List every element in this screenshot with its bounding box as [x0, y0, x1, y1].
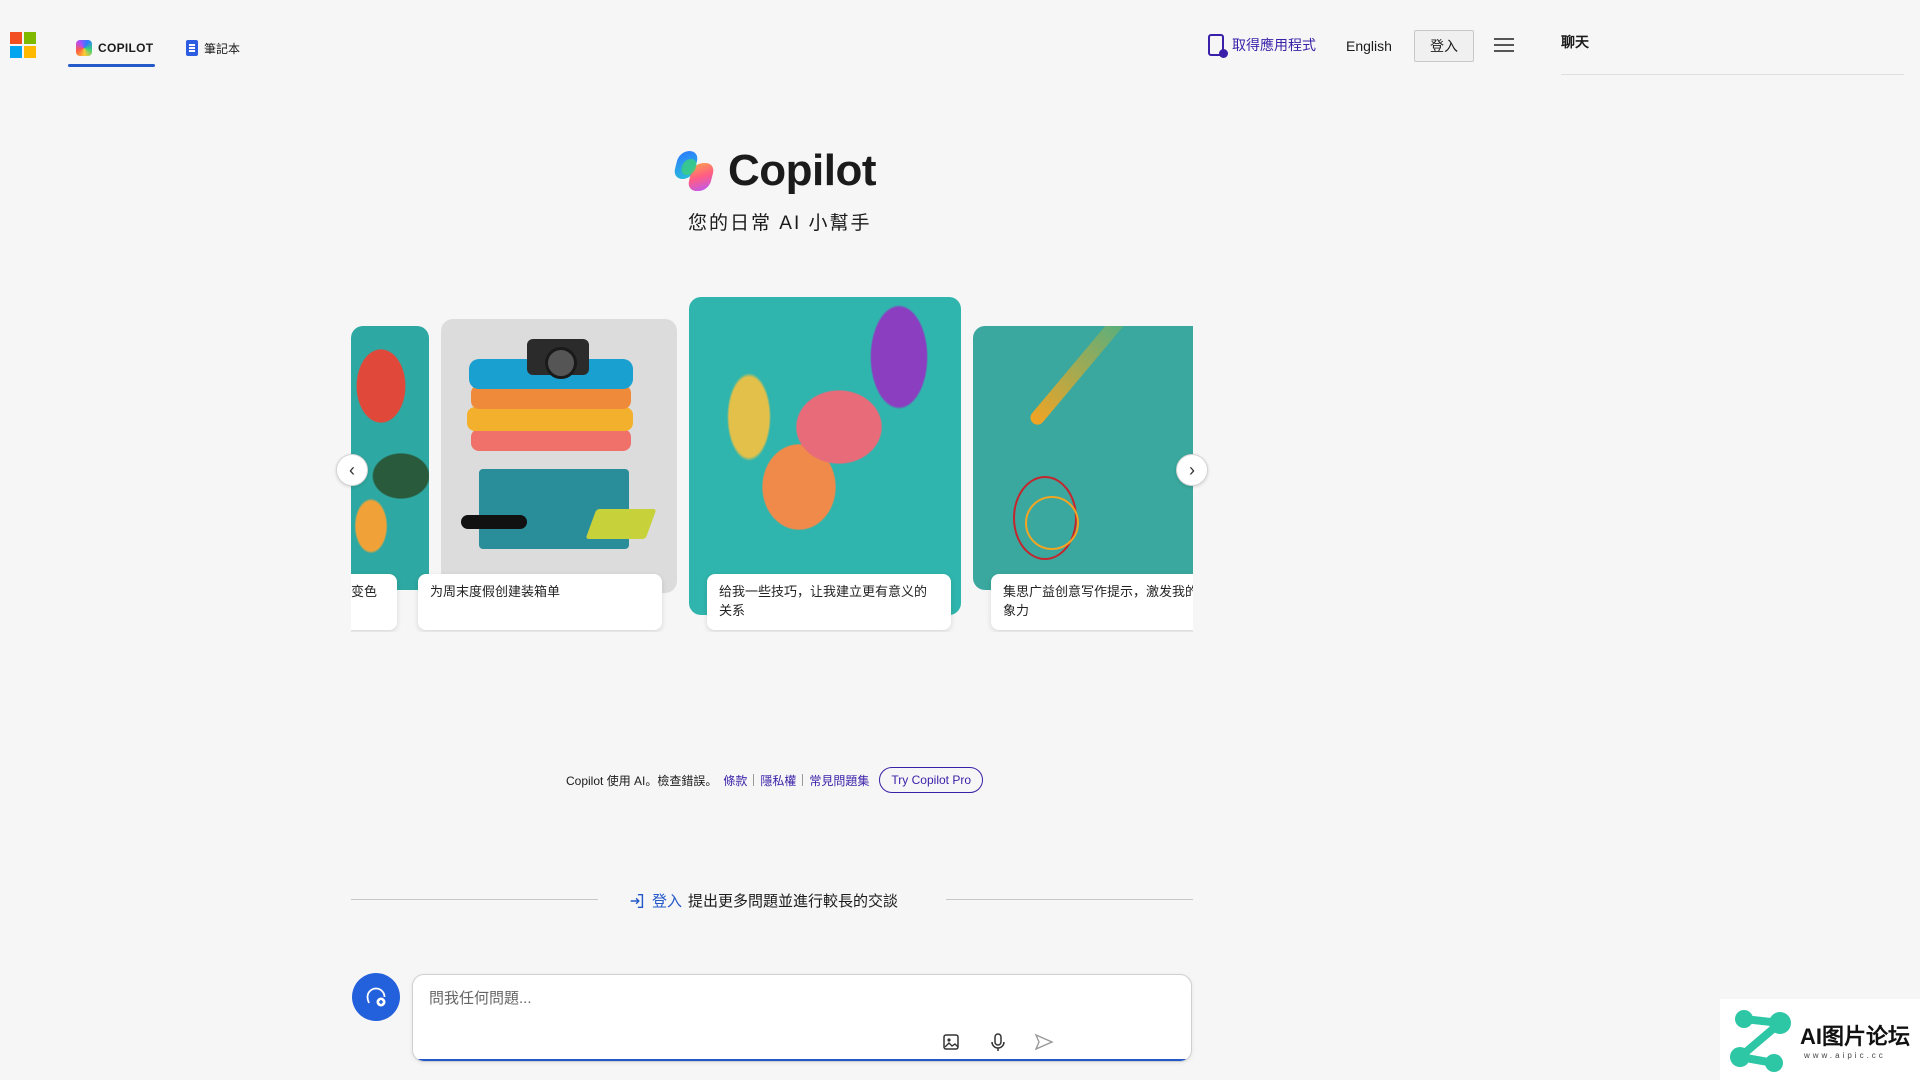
- sign-in-icon: [630, 893, 644, 908]
- hamburger-menu-icon[interactable]: [1494, 38, 1514, 52]
- notebook-icon: [186, 40, 198, 56]
- tab-copilot[interactable]: COPILOT: [76, 36, 153, 60]
- watermark-logo-icon: [1730, 1010, 1791, 1072]
- privacy-link[interactable]: 隱私權: [760, 772, 796, 789]
- faq-link[interactable]: 常見問題集: [809, 772, 869, 789]
- microphone-icon[interactable]: [987, 1031, 1009, 1053]
- divider: [1561, 74, 1904, 75]
- terms-link[interactable]: 條款: [723, 772, 747, 789]
- divider: [802, 774, 804, 786]
- chevron-right-icon: ›: [1189, 459, 1195, 480]
- carousel-next-button[interactable]: ›: [1176, 454, 1208, 486]
- tab-copilot-label: COPILOT: [98, 41, 154, 55]
- chevron-left-icon: ‹: [349, 459, 355, 480]
- microsoft-logo[interactable]: [10, 32, 36, 58]
- chat-input-box: [412, 974, 1192, 1062]
- language-selector[interactable]: English: [1346, 38, 1392, 54]
- disclaimer-text: Copilot 使用 AI。檢查錯誤。: [566, 773, 718, 788]
- card-caption-3: 集思广益创意写作提示，激发我的想象力: [991, 574, 1193, 630]
- watermark-text: AI图片论坛: [1800, 1024, 1911, 1049]
- card-caption-0: 变色: [351, 574, 397, 630]
- page-subtitle: 您的日常 AI 小幫手: [688, 213, 872, 234]
- new-topic-button[interactable]: [352, 973, 400, 1021]
- footer-notes: Copilot 使用 AI。檢查錯誤。 條款 隱私權 常見問題集 Try Cop…: [566, 767, 983, 793]
- chat-panel-title: 聊天: [1561, 34, 1589, 50]
- get-app-link[interactable]: 取得應用程式: [1208, 34, 1316, 58]
- carousel-prev-button[interactable]: ‹: [336, 454, 368, 486]
- divider: [753, 774, 755, 786]
- hero-header: Copilot: [672, 146, 877, 196]
- suggestion-card-1[interactable]: [441, 319, 677, 593]
- card-image-holding-hands: [689, 297, 961, 615]
- suggestion-carousel: 变色 为周末度假创建装箱单 给我一些技巧，让我建立更有意义的关系 集思广益创意写…: [351, 292, 1193, 632]
- get-app-label: 取得應用程式: [1232, 37, 1316, 53]
- watermark: AI图片论坛 www.aipic.cc: [1720, 999, 1920, 1080]
- image-upload-icon[interactable]: [941, 1031, 963, 1053]
- card-image-clothes-stack: [441, 319, 677, 593]
- divider: [946, 899, 1193, 900]
- card-caption-1: 为周末度假创建装箱单: [418, 574, 662, 630]
- signin-prompt-text: 提出更多問題並進行較長的交談: [688, 893, 899, 910]
- copilot-icon: [76, 40, 92, 56]
- input-focus-underline: [413, 1059, 1191, 1061]
- phone-icon: [1208, 34, 1228, 58]
- card-caption-2: 给我一些技巧，让我建立更有意义的关系: [707, 574, 951, 630]
- new-chat-icon: [366, 987, 386, 1007]
- try-copilot-pro-button[interactable]: Try Copilot Pro: [879, 767, 983, 793]
- tab-notebook-label: 筆記本: [204, 41, 241, 56]
- suggestion-card-3[interactable]: [973, 326, 1193, 590]
- active-tab-indicator: [68, 64, 155, 67]
- sign-in-link[interactable]: 登入: [652, 890, 682, 911]
- chat-input[interactable]: [427, 989, 1131, 1008]
- watermark-url: www.aipic.cc: [1804, 1051, 1886, 1060]
- divider: [351, 899, 598, 900]
- suggestion-card-2[interactable]: [689, 297, 961, 615]
- tab-notebook[interactable]: 筆記本: [186, 36, 240, 60]
- card-image-pen: [973, 326, 1193, 590]
- signin-prompt: 登入 提出更多問題並進行較長的交談: [628, 890, 898, 911]
- page-title: Copilot: [728, 146, 877, 195]
- send-icon[interactable]: [1033, 1031, 1055, 1053]
- copilot-logo-icon: [672, 149, 716, 193]
- sign-in-button[interactable]: 登入: [1414, 30, 1474, 62]
